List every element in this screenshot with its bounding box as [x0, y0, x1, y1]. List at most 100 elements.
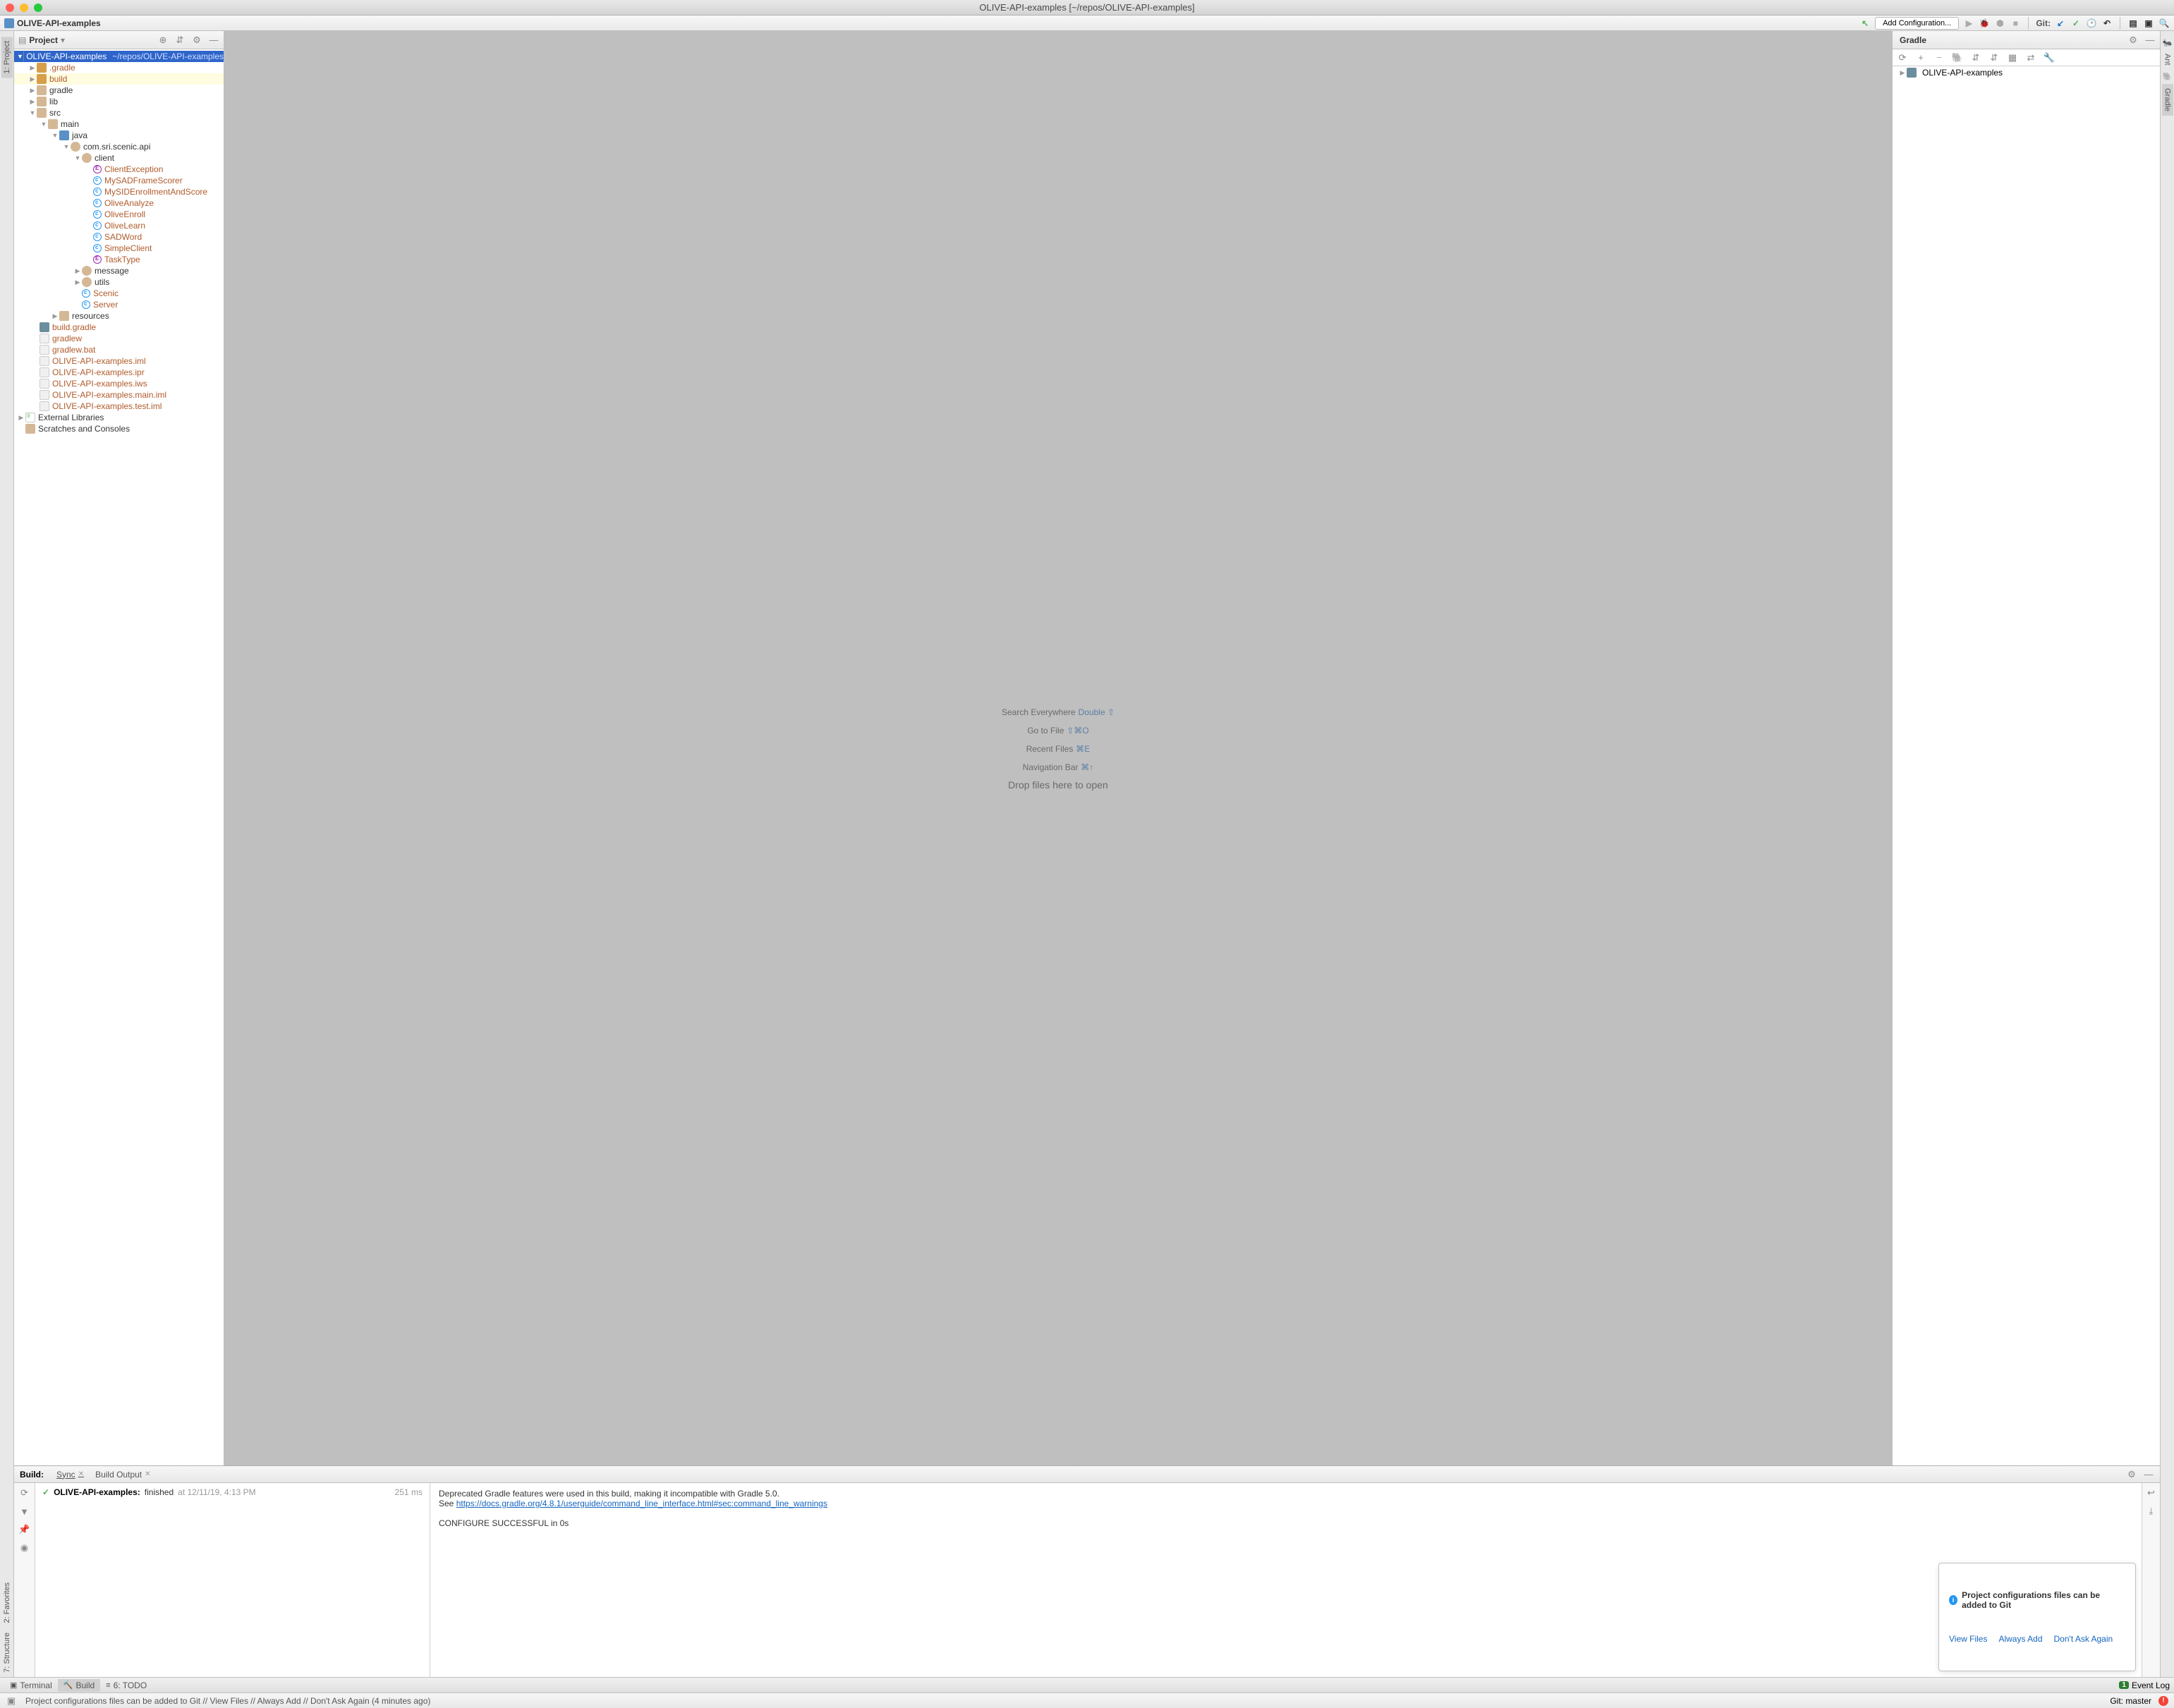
tree-node-client[interactable]: ▼client — [14, 152, 224, 164]
tree-node-build-dir[interactable]: ▶build — [14, 73, 224, 85]
git-revert-icon[interactable]: ↶ — [2101, 18, 2113, 29]
tree-node-class[interactable]: ClientException — [14, 164, 224, 175]
build-tree[interactable]: ✓ OLIVE-API-examples: finished at 12/11/… — [35, 1483, 430, 1677]
editor-area[interactable]: Search Everywhere Double ⇧ Go to File ⇧⌘… — [224, 31, 1892, 1465]
execute-gradle-icon[interactable]: 🐘 — [1952, 52, 1963, 63]
tree-node-class[interactable]: OliveLearn — [14, 220, 224, 231]
docs-link[interactable]: https://docs.gradle.org/4.8.1/userguide/… — [456, 1499, 827, 1508]
tree-node-gradlew[interactable]: gradlew — [14, 333, 224, 344]
status-window-icon[interactable]: ▣ — [6, 1695, 17, 1707]
tree-node-class[interactable]: TaskType — [14, 254, 224, 265]
run-icon[interactable]: ▶ — [1963, 18, 1974, 29]
expand-all-icon[interactable]: ⇵ — [1970, 52, 1981, 63]
filter-icon[interactable]: ▼ — [19, 1506, 30, 1517]
chevron-down-icon[interactable]: ▾ — [61, 35, 65, 45]
tool-tab-ant[interactable]: Ant — [2162, 49, 2173, 70]
tree-node-class[interactable]: OliveAnalyze — [14, 197, 224, 209]
tree-node-root[interactable]: ▼OLIVE-API-examples~/repos/OLIVE-API-exa… — [14, 51, 224, 62]
tree-node-resources[interactable]: ▶resources — [14, 310, 224, 322]
hide-panel-icon[interactable]: — — [2144, 35, 2156, 46]
tree-node-class[interactable]: SADWord — [14, 231, 224, 243]
view-selector-icon[interactable]: ▤ — [18, 35, 26, 45]
plus-icon[interactable]: + — [1915, 52, 1926, 63]
gradle-root-node[interactable]: ▶ OLIVE-API-examples — [1893, 66, 2160, 79]
tree-node-gradledir[interactable]: ▶gradle — [14, 85, 224, 96]
locate-icon[interactable]: ⊕ — [157, 35, 169, 46]
tool-tab-favorites[interactable]: 2: Favorites — [1, 1578, 13, 1627]
tab-build[interactable]: 🔨Build — [58, 1679, 100, 1692]
tree-node-build-gradle[interactable]: build.gradle — [14, 322, 224, 333]
git-history-icon[interactable]: 🕑 — [2086, 18, 2097, 29]
search-everywhere-icon[interactable]: 🔍 — [2158, 18, 2170, 29]
tree-node-lib[interactable]: ▶lib — [14, 96, 224, 107]
gear-icon[interactable]: ⚙ — [191, 35, 202, 46]
git-update-icon[interactable]: ↙ — [2055, 18, 2066, 29]
git-branch-indicator[interactable]: Git: master — [2110, 1696, 2151, 1706]
gear-icon[interactable]: ⚙ — [2127, 35, 2139, 46]
view-icon[interactable]: ◉ — [19, 1542, 30, 1554]
tree-node-package[interactable]: ▼com.sri.scenic.api — [14, 141, 224, 152]
stop-icon[interactable]: ■ — [2010, 18, 2021, 29]
git-commit-icon[interactable]: ✓ — [2070, 18, 2082, 29]
hide-panel-icon[interactable]: — — [2143, 1469, 2154, 1480]
tree-node-iml[interactable]: OLIVE-API-examples.iml — [14, 355, 224, 367]
offline-mode-icon[interactable]: ⇄ — [2025, 52, 2036, 63]
soft-wrap-icon[interactable]: ↩ — [2146, 1487, 2157, 1499]
ide-scripting-icon[interactable]: ▣ — [2143, 18, 2154, 29]
wrench-icon[interactable]: 🔧 — [2044, 52, 2055, 63]
project-structure-icon[interactable]: ▤ — [2127, 18, 2139, 29]
tree-node-gradle-dir[interactable]: ▶.gradle — [14, 62, 224, 73]
build-tab-output[interactable]: Build Output✕ — [91, 1468, 154, 1481]
gear-icon[interactable]: ⚙ — [2126, 1469, 2137, 1480]
tree-node-class[interactable]: MySIDEnrollmentAndScore — [14, 186, 224, 197]
debug-icon[interactable]: 🐞 — [1979, 18, 1990, 29]
tree-node-ipr[interactable]: OLIVE-API-examples.ipr — [14, 367, 224, 378]
collapse-all-icon[interactable]: ⇵ — [1988, 52, 2000, 63]
dependencies-icon[interactable]: ▦ — [2007, 52, 2018, 63]
add-configuration-button[interactable]: Add Configuration... — [1875, 17, 1959, 30]
breadcrumb-root[interactable]: OLIVE-API-examples — [17, 18, 101, 28]
tree-node-server[interactable]: Server — [14, 299, 224, 310]
build-tab-sync[interactable]: Sync✕ — [52, 1468, 88, 1481]
scroll-to-end-icon[interactable]: ⤓ — [2146, 1506, 2157, 1517]
hide-panel-icon[interactable]: — — [208, 35, 219, 46]
tree-node-iml-test[interactable]: OLIVE-API-examples.test.iml — [14, 401, 224, 412]
zoom-window-icon[interactable] — [34, 4, 42, 12]
tree-node-src[interactable]: ▼src — [14, 107, 224, 118]
tree-node-class[interactable]: OliveEnroll — [14, 209, 224, 220]
close-window-icon[interactable] — [6, 4, 14, 12]
tool-tab-gradle[interactable]: Gradle — [2162, 84, 2173, 116]
warning-icon[interactable]: ! — [2158, 1696, 2168, 1706]
tree-node-scenic[interactable]: Scenic — [14, 288, 224, 299]
project-view-label[interactable]: Project — [29, 35, 58, 45]
tool-tab-project[interactable]: 1: Project — [1, 37, 13, 78]
tool-tab-structure[interactable]: 7: Structure — [1, 1628, 13, 1677]
refresh-icon[interactable]: ⟳ — [1897, 52, 1908, 63]
collapse-all-icon[interactable]: ⇵ — [174, 35, 186, 46]
event-log-button[interactable]: 1 Event Log — [2119, 1680, 2170, 1690]
tree-node-iml-main[interactable]: OLIVE-API-examples.main.iml — [14, 389, 224, 401]
tab-todo[interactable]: ≡6: TODO — [100, 1679, 152, 1692]
tab-terminal[interactable]: ▣Terminal — [4, 1679, 58, 1692]
build-hammer-icon[interactable]: ↖ — [1859, 18, 1871, 29]
tree-node-main[interactable]: ▼main — [14, 118, 224, 130]
tree-node-scratches[interactable]: Scratches and Consoles — [14, 423, 224, 434]
notif-always-add[interactable]: Always Add — [1998, 1634, 2042, 1644]
status-message[interactable]: Project configurations files can be adde… — [25, 1696, 430, 1706]
tree-node-ext-lib[interactable]: ▶External Libraries — [14, 412, 224, 423]
minimize-window-icon[interactable] — [20, 4, 28, 12]
tree-node-class[interactable]: MySADFrameScorer — [14, 175, 224, 186]
tree-node-utils[interactable]: ▶utils — [14, 276, 224, 288]
pin-icon[interactable]: 📌 — [19, 1524, 30, 1535]
rerun-icon[interactable]: ⟳ — [19, 1487, 30, 1499]
tree-node-class[interactable]: SimpleClient — [14, 243, 224, 254]
tree-node-java[interactable]: ▼java — [14, 130, 224, 141]
tree-node-gradlew-bat[interactable]: gradlew.bat — [14, 344, 224, 355]
tree-node-message[interactable]: ▶message — [14, 265, 224, 276]
notif-view-files[interactable]: View Files — [1949, 1634, 1987, 1644]
notif-dont-ask[interactable]: Don't Ask Again — [2054, 1634, 2113, 1644]
build-console[interactable]: Deprecated Gradle features were used in … — [430, 1483, 2142, 1677]
project-tree[interactable]: ▼OLIVE-API-examples~/repos/OLIVE-API-exa… — [14, 49, 224, 1465]
coverage-icon[interactable]: ⬢ — [1994, 18, 2005, 29]
tree-node-iws[interactable]: OLIVE-API-examples.iws — [14, 378, 224, 389]
